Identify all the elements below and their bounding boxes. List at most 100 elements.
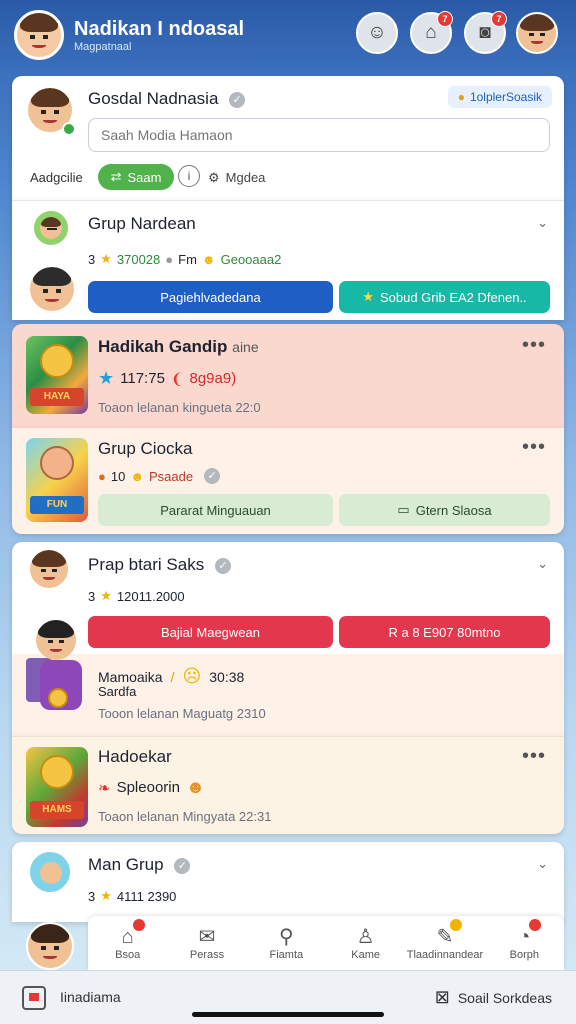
profile-avatar[interactable] (14, 10, 64, 60)
game-thumb-text: HAYA (30, 388, 84, 406)
game-title: Hadoekar (98, 747, 172, 766)
user-avatar-button[interactable] (516, 12, 558, 54)
media-option-label: Mgdea (225, 170, 266, 185)
left-action-label: Pararat Minguauan (160, 502, 271, 518)
home-button[interactable]: ⌂ 7 (410, 11, 453, 54)
nav-item-profile[interactable]: ♙ Kame (327, 925, 405, 961)
group-count: 3 (88, 588, 96, 604)
red-left-button[interactable]: Bajial Maegwean (88, 616, 333, 648)
primary-action-label: Pagiehlvadedana (160, 289, 261, 305)
star-icon: ★ (100, 251, 112, 266)
app-subtitle: Magpatnaal (74, 41, 132, 53)
right-action-button[interactable]: ▭ Gtern Slaosa (339, 494, 550, 526)
group-meta: 3 ★ 370028 ● Fm ☻ Geooaaa2 (88, 251, 281, 267)
post-preview: Mamoaika / ☹ 30:38 Sardfa Tooon lelanan … (12, 620, 564, 736)
star-icon: ★ (100, 888, 112, 903)
red-right-label: R a 8 E907 80mtno (388, 624, 501, 640)
group-avatar (28, 548, 70, 590)
primary-action-button[interactable]: Pagiehlvadedana (88, 281, 333, 313)
group-number: 4111 2390 (116, 888, 177, 904)
nav-label: Bsoa (115, 949, 141, 961)
group-mid: Fm (178, 251, 197, 267)
nav-label: Fiamta (269, 949, 304, 961)
emoji-icon: ☻ (130, 468, 145, 484)
tag-label: 1olplerSoasik (469, 90, 542, 104)
online-indicator (62, 122, 76, 136)
red-right-button[interactable]: R a 8 E907 80mtno (339, 616, 550, 648)
notification-badge: 7 (491, 11, 507, 27)
group-card[interactable]: Prap btari Saks ✓ ⌄ 3 ★ 12011.2000 Bajia… (12, 542, 564, 736)
secondary-action-button[interactable]: ★ Sobud Grib EA2 Dfenen.. (339, 281, 550, 313)
game-thumbnail: FUN (26, 438, 88, 522)
group-meta: 3 ★ 4111 2390 (88, 888, 176, 904)
verified-icon: ✓ (204, 468, 221, 484)
post-input[interactable] (88, 118, 550, 152)
slash-icon: / (170, 668, 175, 685)
more-options-icon[interactable]: ••• (522, 745, 546, 768)
post-time: 30:38 (209, 668, 245, 685)
game-line-text: Spleoorin (116, 779, 180, 796)
game-card[interactable]: FUN Grup Ciocka ••• ● 10 ☻ Psaade ✓ Para… (12, 428, 564, 534)
app-title: Nadikan I ndoasal (74, 18, 245, 40)
close-box-icon: ⊠ (434, 987, 450, 1007)
bottom-avatar[interactable] (26, 922, 74, 970)
left-action-button[interactable]: Pararat Minguauan (98, 494, 333, 526)
nav-item-inbox[interactable]: ✎ Tlaadinnandear (406, 919, 484, 961)
footer-left-label[interactable]: Iinadiama (60, 989, 121, 1005)
member-avatar (28, 265, 76, 313)
group-count: 3 (88, 251, 96, 267)
chevron-down-icon[interactable]: ⌄ (537, 556, 548, 572)
game-stat: 117:75 (120, 370, 165, 387)
group-card[interactable]: Grup Nardean ⌄ 3 ★ 370028 ● Fm ☻ Geooaaa… (12, 200, 564, 320)
camera-button[interactable]: ◙ 7 (464, 11, 507, 54)
emoji-button[interactable]: ☺ (356, 12, 398, 54)
composer-name: Gosdal Nadnasia (88, 89, 219, 108)
chevron-down-icon[interactable]: ⌄ (537, 215, 548, 231)
more-options-icon[interactable]: ••• (522, 436, 546, 459)
game-stat-red: 8g9a9) (189, 370, 237, 387)
emoji-icon: ☻ (201, 251, 216, 267)
emoji-icon: ☹ (182, 666, 202, 686)
top-app-bar: Nadikan I ndoasal Magpatnaal ☺ ⌂ 7 ◙ 7 (0, 0, 576, 70)
bottom-navigation: ⌂ Bsoa ✉ Perass ⚲ Fiamta ♙ Kame ✎ Tlaadi… (88, 916, 564, 970)
post-sub: Tooon lelanan Maguatg 2310 (98, 706, 266, 721)
footer-right-action[interactable]: ⊠ Soail Sorkdeas (435, 987, 552, 1008)
info-button[interactable]: i (178, 165, 200, 187)
shuffle-icon: ⇄ (110, 169, 122, 184)
game-card[interactable]: HAMS Hadoekar ••• ❧ Spleoorin ☻ Toaon le… (12, 736, 564, 834)
nav-item-globe[interactable]: ◔ Borph (485, 919, 563, 961)
fire-icon: ● (98, 468, 106, 484)
group-number: 12011.2000 (116, 588, 185, 604)
post-line-b: Sardfa (98, 684, 137, 699)
right-action-label: Gtern Slaosa (415, 502, 492, 518)
verified-icon: ✓ (214, 557, 231, 574)
notification-badge (132, 919, 145, 931)
media-option[interactable]: ⚙ Mgdea (208, 170, 265, 186)
notification-badge: 7 (437, 11, 453, 27)
window-icon[interactable] (22, 986, 46, 1010)
nav-item-home[interactable]: ⌂ Bsoa (89, 919, 167, 961)
green-pill-button[interactable]: ⇄ Saam (98, 164, 174, 190)
card-icon: ▭ (397, 502, 410, 517)
chevron-down-icon[interactable]: ⌄ (537, 856, 548, 872)
group-card[interactable]: Man Grup ✓ ⌄ 3 ★ 4111 2390 (12, 842, 564, 922)
nav-item-mail[interactable]: ✉ Perass (168, 925, 246, 961)
group-tail: Geooaaa2 (220, 251, 282, 267)
coin-icon: ● (457, 90, 465, 104)
game-card[interactable]: HAYA Hadikah Gandip aine ••• ★ 117:75 ❨ … (12, 324, 564, 428)
game-title-suffix: aine (232, 339, 259, 355)
nav-item-search[interactable]: ⚲ Fiamta (247, 925, 325, 961)
star-icon: ★ (98, 368, 115, 388)
red-left-label: Bajial Maegwean (160, 624, 260, 640)
verified-icon: ✓ (229, 91, 246, 108)
green-pill-label: Saam (127, 169, 162, 185)
heart-icon: ❨ (170, 370, 184, 388)
group-count: 3 (88, 888, 96, 904)
more-options-icon[interactable]: ••• (522, 334, 546, 357)
game-sub: Toaon lelanan Mingyata 22:31 (98, 809, 272, 824)
nav-label: Borph (509, 949, 539, 961)
tag-chip[interactable]: ● 1olplerSoasik (447, 86, 552, 108)
game-thumbnail: HAYA (26, 336, 88, 414)
group-meta: 3 ★ 12011.2000 (88, 588, 185, 604)
game-line: ❧ Spleoorin ☻ (98, 777, 205, 798)
